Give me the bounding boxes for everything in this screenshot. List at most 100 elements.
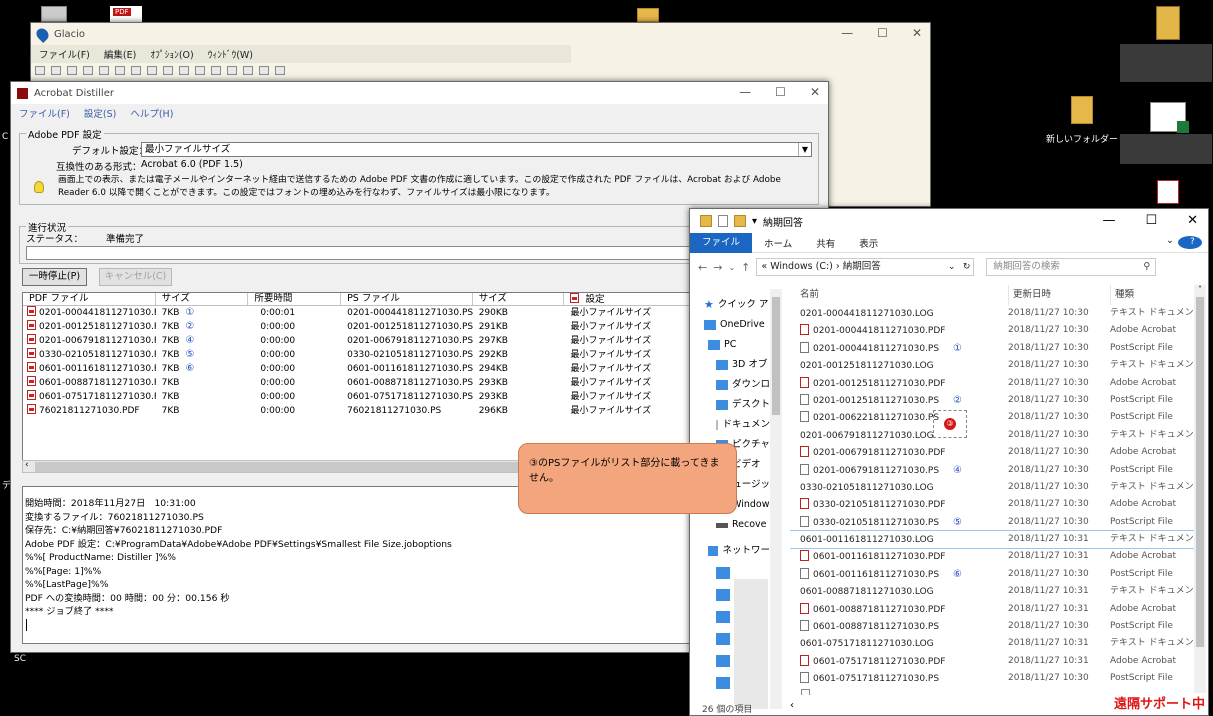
computer-icon[interactable] bbox=[716, 655, 730, 667]
scroll-left-icon[interactable]: ‹ bbox=[790, 700, 794, 711]
table-row[interactable]: 76021811271030.PDF 7KB 0:00:00 760218112710… bbox=[23, 404, 711, 418]
desktop-icon-recycle[interactable] bbox=[14, 6, 94, 22]
file-row[interactable]: 0201-001251811271030.LOG 2018/11/27 10:30… bbox=[790, 357, 1194, 695]
toolbar-button-icon[interactable] bbox=[163, 65, 173, 75]
scroll-up-icon[interactable]: ˄ bbox=[1194, 285, 1206, 294]
distiller-menu-help[interactable]: ヘルプ(H) bbox=[130, 106, 173, 120]
computer-icon[interactable] bbox=[716, 611, 730, 623]
file-list-scrollbar[interactable]: ˄ bbox=[1194, 285, 1206, 705]
file-row[interactable]: 0601-008871811271030.LOG 2018/11/27 10:31… bbox=[790, 583, 1194, 695]
computer-icon[interactable] bbox=[716, 677, 730, 689]
table-row[interactable]: 0201-001251811271030.P... 7KB ② 0:00:00 0201… bbox=[23, 320, 711, 334]
toolbar-button-icon[interactable] bbox=[99, 65, 109, 75]
scrollbar-thumb[interactable] bbox=[35, 462, 535, 472]
desktop-icon-pdf-2[interactable] bbox=[1128, 180, 1208, 204]
table-row[interactable]: 0201-006791811271030.P... 7KB ④ 0:00:00 0201… bbox=[23, 334, 711, 348]
file-row[interactable]: 0601-001161811271030.PS ⑥ 2018/11/27 10:30… bbox=[790, 566, 1194, 583]
nav-item-3d-objects[interactable]: 3D オブ bbox=[690, 355, 770, 375]
glacio-titlebar[interactable]: Glacio — ☐ ✕ bbox=[31, 23, 930, 45]
toolbar-button-icon[interactable] bbox=[195, 65, 205, 75]
nav-item-pc[interactable]: PC bbox=[690, 335, 770, 355]
toolbar-button-icon[interactable] bbox=[275, 65, 285, 75]
col-elapsed[interactable]: 所要時間 bbox=[248, 293, 342, 305]
explorer-titlebar[interactable]: ▾ 納期回答 — ☐ ✕ bbox=[690, 209, 1208, 233]
minimize-icon[interactable]: — bbox=[1102, 213, 1115, 228]
tab-home[interactable]: ホーム bbox=[752, 236, 804, 250]
navigation-scrollbar[interactable] bbox=[770, 289, 782, 709]
toolbar-button-icon[interactable] bbox=[115, 65, 125, 75]
col-ps-size[interactable]: サイズ bbox=[473, 293, 565, 305]
refresh-icon[interactable]: ↻ bbox=[963, 259, 971, 275]
col-ps-file[interactable]: PS ファイル bbox=[341, 293, 473, 305]
minimize-icon[interactable]: — bbox=[739, 85, 751, 99]
scrollbar-thumb[interactable] bbox=[1196, 297, 1204, 647]
file-row[interactable]: 0601-001161811271030.LOG 2018/11/27 10:31… bbox=[790, 530, 1194, 695]
table-row[interactable]: 0330-021051811271030.P... 7KB ⑤ 0:00:00 0330… bbox=[23, 348, 711, 362]
file-row[interactable]: 0601-075171811271030.PDF 2018/11/27 10:31… bbox=[790, 653, 1194, 670]
glacio-menu-edit[interactable]: 編集(E) bbox=[104, 47, 136, 61]
table-row[interactable]: 0601-001161811271030.P... 7KB ⑥ 0:00:00 0601… bbox=[23, 362, 711, 376]
col-size[interactable]: サイズ bbox=[156, 293, 249, 305]
scroll-left-icon[interactable]: ‹ bbox=[25, 460, 29, 470]
table-row[interactable]: 0601-008871811271030.P... 7KB 0:00:00 0601-… bbox=[23, 376, 711, 390]
file-row[interactable]: 0201-000441811271030.PS ① 2018/11/27 10:30… bbox=[790, 340, 1194, 357]
glacio-menu-options[interactable]: ｵﾌﾟｼｮﾝ(O) bbox=[150, 47, 193, 61]
scrollbar-thumb[interactable] bbox=[772, 297, 780, 415]
toolbar-button-icon[interactable] bbox=[211, 65, 221, 75]
file-row[interactable]: 0601-075171811271030.PS 2018/11/27 10:30 P… bbox=[790, 670, 1194, 687]
nav-item-recovery[interactable]: Recove bbox=[690, 515, 770, 535]
file-row[interactable]: 0330-021051811271030.LOG 2018/11/27 10:30… bbox=[790, 479, 1194, 695]
tab-file[interactable]: ファイル bbox=[690, 232, 753, 253]
desktop-icon-excel[interactable] bbox=[1128, 102, 1208, 133]
cancel-button[interactable]: キャンセル(C) bbox=[99, 268, 172, 286]
toolbar-button-icon[interactable] bbox=[179, 65, 189, 75]
file-row[interactable]: 0201-001251811271030.PDF 2018/11/27 10:30… bbox=[790, 375, 1194, 392]
properties-icon[interactable] bbox=[718, 215, 728, 227]
toolbar-button-icon[interactable] bbox=[35, 65, 45, 75]
table-row[interactable]: 0601-075171811271030.P... 7KB 0:00:00 0601-… bbox=[23, 390, 711, 404]
forward-arrow-icon[interactable]: → bbox=[713, 261, 722, 274]
nav-item-downloads[interactable]: ダウンロ bbox=[690, 375, 770, 395]
nav-item-network[interactable]: ネットワー bbox=[690, 541, 770, 561]
file-row[interactable]: 0201-006791811271030.LOG 2018/11/27 10:30… bbox=[790, 427, 1194, 695]
close-icon[interactable]: ✕ bbox=[1187, 213, 1198, 228]
toolbar-button-icon[interactable] bbox=[67, 65, 77, 75]
computer-icon[interactable] bbox=[716, 633, 730, 645]
desktop-icon-folder-top[interactable] bbox=[608, 8, 688, 22]
address-bar[interactable]: « Windows (C:) › 納期回答 ⌄ ↻ bbox=[756, 258, 975, 276]
toolbar-button-icon[interactable] bbox=[51, 65, 61, 75]
nav-item-quick-access[interactable]: ★ クイック ア bbox=[690, 295, 770, 315]
chevron-down-icon[interactable]: ▼ bbox=[798, 143, 811, 156]
tab-share[interactable]: 共有 bbox=[804, 236, 847, 250]
chevron-down-icon[interactable]: ⌄ bbox=[948, 259, 956, 275]
toolbar-button-icon[interactable] bbox=[227, 65, 237, 75]
tab-view[interactable]: 表示 bbox=[847, 236, 890, 250]
up-arrow-icon[interactable]: ↑ bbox=[741, 261, 750, 274]
search-input[interactable]: 納期回答の検索 ⚲ bbox=[986, 258, 1157, 276]
new-folder-icon[interactable] bbox=[734, 215, 746, 227]
file-row[interactable]: 0330-021051811271030.PDF 2018/11/27 10:30… bbox=[790, 496, 1194, 513]
desktop-icon-new-folder[interactable]: 新しいフォルダー bbox=[1042, 96, 1122, 145]
glacio-menu-file[interactable]: ファイル(F) bbox=[39, 47, 90, 61]
nav-item-desktop[interactable]: デスクト bbox=[690, 395, 770, 415]
maximize-icon[interactable]: ☐ bbox=[775, 85, 786, 99]
file-row[interactable]: 0601-001161811271030.PDF 2018/11/27 10:31… bbox=[790, 548, 1194, 565]
nav-item-onedrive[interactable]: OneDrive bbox=[690, 315, 770, 335]
col-name[interactable]: 名前 bbox=[790, 285, 1008, 305]
pause-button[interactable]: 一時停止(P) bbox=[22, 268, 87, 286]
toolbar-button-icon[interactable] bbox=[131, 65, 141, 75]
back-arrow-icon[interactable]: ← bbox=[698, 261, 707, 274]
file-row[interactable]: 0601-075171811271030.LOG 2018/11/27 10:31… bbox=[790, 635, 1194, 695]
nav-item-documents[interactable]: ドキュメン bbox=[690, 415, 770, 435]
file-row[interactable]: 0201-006791811271030.PDF 2018/11/27 10:30… bbox=[790, 444, 1194, 461]
maximize-icon[interactable]: ☐ bbox=[1145, 213, 1157, 228]
file-row[interactable]: 0201-000441811271030.LOG 2018/11/27 10:30… bbox=[790, 305, 1194, 695]
distiller-menu-file[interactable]: ファイル(F) bbox=[19, 106, 70, 120]
file-row[interactable]: 0330-021051811271030.PS ⑤ 2018/11/27 10:30… bbox=[790, 514, 1194, 531]
qat-dropdown-icon[interactable]: ▾ bbox=[752, 216, 757, 227]
minimize-icon[interactable]: — bbox=[841, 26, 853, 40]
default-settings-select[interactable]: 最小ファイルサイズ ▼ bbox=[141, 142, 812, 157]
recent-dropdown-icon[interactable]: ⌄ bbox=[728, 263, 735, 272]
file-row[interactable]: 0201-006221811271030.PS 2018/11/27 10:30 P… bbox=[790, 409, 1194, 426]
distiller-titlebar[interactable]: Acrobat Distiller — ☐ ✕ bbox=[11, 82, 828, 104]
